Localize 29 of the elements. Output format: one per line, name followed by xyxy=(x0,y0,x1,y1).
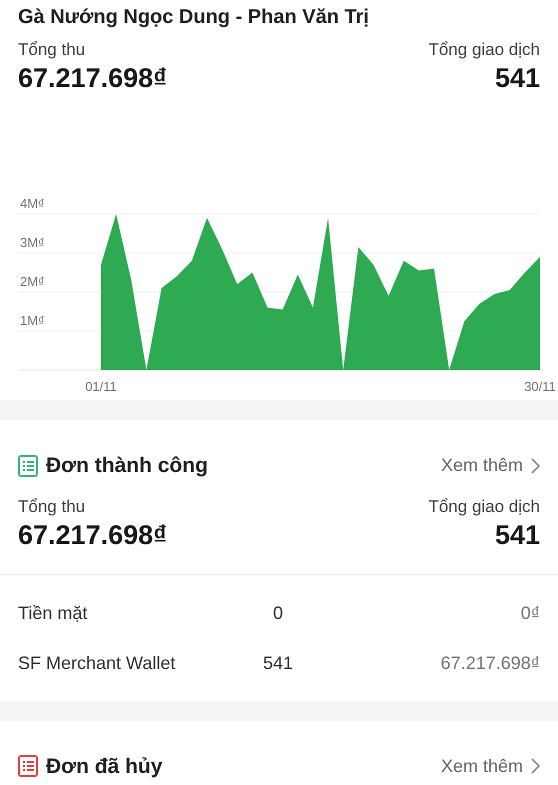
list-icon xyxy=(18,755,38,778)
payment-method: SF Merchant Wallet xyxy=(18,652,176,675)
transactions-label: Tổng giao dịch xyxy=(428,496,540,518)
payment-amount: 0₫ xyxy=(520,602,540,625)
transactions-label: Tổng giao dịch xyxy=(428,39,540,61)
revenue-amount: 67.217.698₫ xyxy=(18,518,167,552)
payment-amount: 67.217.698₫ xyxy=(440,652,540,675)
payment-method: Tiền mặt xyxy=(18,602,88,625)
x-axis-label: 30/11 xyxy=(524,379,556,394)
y-axis-label: 3M₫ xyxy=(20,235,45,250)
y-axis-label: 2M₫ xyxy=(20,274,45,289)
y-axis-label: 1M₫ xyxy=(20,313,45,328)
revenue-label: Tổng thu xyxy=(18,39,86,61)
list-icon xyxy=(18,454,38,477)
transactions-count: 541 xyxy=(494,518,540,552)
section-title: Đơn đã hủy xyxy=(46,754,162,780)
y-axis-label: 4M₫ xyxy=(20,196,45,211)
store-title: Gà Nướng Ngọc Dung - Phan Văn Trị xyxy=(18,5,370,30)
chevron-icon xyxy=(531,758,540,774)
section-title: Đơn thành công xyxy=(46,453,208,479)
revenue-label: Tổng thu xyxy=(18,496,86,518)
revenue-amount: 67.217.698₫ xyxy=(18,62,167,95)
payment-count: 541 xyxy=(262,652,294,675)
transactions-count: 541 xyxy=(494,62,540,95)
see-more-link[interactable]: Xem thêm xyxy=(440,752,540,780)
payment-count: 0 xyxy=(272,602,284,625)
see-more-link[interactable]: Xem thêm xyxy=(440,452,540,480)
x-axis-label: 01/11 xyxy=(85,379,117,394)
chevron-icon xyxy=(531,458,540,474)
